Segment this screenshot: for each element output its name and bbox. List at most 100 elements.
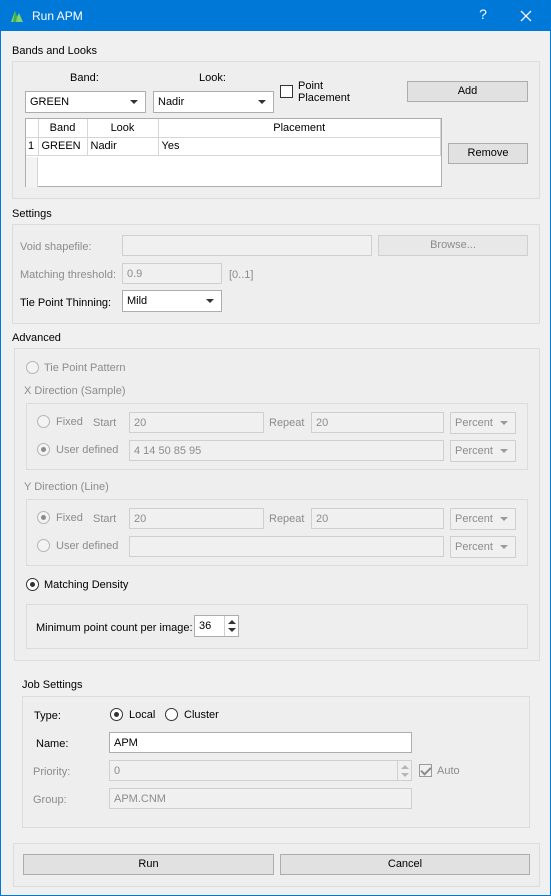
y-user-defined-input[interactable] [129,536,444,557]
x-fixed-unit-select[interactable]: Percent [450,412,516,434]
column-header-band[interactable]: Band [38,119,88,138]
chevron-down-icon [500,545,508,549]
window-title: Run APM [32,9,83,23]
y-user-unit-select[interactable]: Percent [450,536,516,558]
x-fixed-label: Fixed [56,416,83,428]
chevron-down-icon [258,100,266,104]
priority-label: Priority: [33,766,71,778]
cancel-button[interactable]: Cancel [280,854,530,875]
y-start-label: Start [93,513,117,525]
chevron-down-icon [500,421,508,425]
chevron-down-icon [500,517,508,521]
name-input[interactable]: APM [109,732,412,753]
y-direction-title: Y Direction (Line) [24,481,109,493]
matching-threshold-input[interactable]: 0.9 [122,263,222,284]
spin-up-icon [228,620,236,624]
look-select[interactable]: Nadir [153,91,274,113]
tie-point-thinning-value: Mild [127,295,148,307]
x-start-label: Start [93,417,117,429]
x-direction-title: X Direction (Sample) [24,385,126,397]
help-button[interactable]: ? [473,6,493,26]
y-user-defined-radio[interactable] [37,539,50,552]
row-index: 1 [26,137,39,156]
y-fixed-unit-value: Percent [455,513,493,525]
close-button[interactable] [513,6,539,26]
app-icon [11,11,23,22]
local-radio[interactable] [110,708,123,721]
x-user-unit-value: Percent [455,445,493,457]
group-input[interactable]: APM.CNM [109,788,412,809]
look-label: Look: [199,72,226,84]
y-user-defined-label: User defined [56,540,119,552]
look-select-value: Nadir [158,96,185,108]
priority-value: 0 [114,765,121,777]
y-repeat-label: Repeat [269,513,305,525]
point-placement-label: Point Placement [298,80,350,104]
bands-looks-title: Bands and Looks [12,45,98,57]
min-point-count-value: 36 [199,620,212,632]
column-header-look[interactable]: Look [87,119,159,138]
spin-down-icon [228,628,236,632]
spin-down-icon [401,773,409,777]
remove-button[interactable]: Remove [448,143,528,164]
y-fixed-label: Fixed [56,512,83,524]
min-point-count-spinbox[interactable]: 36 [194,615,239,637]
cell-band[interactable]: GREEN [38,137,88,156]
y-repeat-input[interactable]: 20 [311,508,444,529]
tie-point-thinning-label: Tie Point Thinning: [20,297,112,309]
column-header-placement[interactable]: Placement [158,119,441,138]
y-fixed-radio[interactable] [37,511,50,524]
add-button[interactable]: Add [407,81,528,102]
band-label: Band: [70,72,99,84]
chevron-down-icon [500,449,508,453]
x-repeat-label: Repeat [269,417,305,429]
x-fixed-radio[interactable] [37,415,50,428]
chevron-down-icon [206,299,214,303]
x-user-defined-radio[interactable] [37,443,50,456]
x-repeat-input[interactable]: 20 [311,412,444,433]
threshold-range-label: [0..1] [229,269,254,281]
x-user-unit-select[interactable]: Percent [450,440,516,462]
group-label: Group: [33,794,67,806]
title-bar: Run APM ? [1,1,550,31]
cell-placement[interactable]: Yes [158,137,441,156]
cluster-radio[interactable] [165,708,178,721]
run-button[interactable]: Run [23,854,274,875]
x-user-defined-input[interactable]: 4 14 50 85 95 [129,440,444,461]
auto-label: Auto [437,765,460,777]
tie-point-thinning-select[interactable]: Mild [122,290,222,312]
point-placement-checkbox[interactable] [280,85,293,98]
cell-look[interactable]: Nadir [87,137,159,156]
settings-title: Settings [12,208,52,220]
browse-button[interactable]: Browse... [378,235,528,256]
band-select[interactable]: GREEN [25,91,146,113]
band-select-value: GREEN [30,96,70,108]
y-fixed-unit-select[interactable]: Percent [450,508,516,530]
chevron-down-icon [130,100,138,104]
matching-density-radio[interactable] [26,578,39,591]
matching-threshold-label: Matching threshold: [20,269,116,281]
x-start-input[interactable]: 20 [129,412,264,433]
void-shapefile-label: Void shapefile: [20,241,92,253]
table-row[interactable]: 1 GREEN Nadir Yes [26,137,441,156]
name-label: Name: [36,738,69,750]
job-settings-title: Job Settings [22,679,83,691]
y-start-input[interactable]: 20 [129,508,264,529]
bands-table: Band Look Placement 1 GREEN Nadir Yes [25,118,442,187]
priority-spinbox[interactable]: 0 [109,760,412,781]
spin-buttons[interactable] [224,616,238,636]
cluster-label: Cluster [184,709,219,721]
local-label: Local [129,709,156,721]
matching-density-label: Matching Density [44,579,129,591]
void-shapefile-input[interactable] [122,235,372,256]
y-user-unit-value: Percent [455,541,493,553]
tie-point-pattern-label: Tie Point Pattern [44,362,126,374]
tie-point-pattern-radio[interactable] [26,361,39,374]
type-label: Type: [34,710,61,722]
run-apm-dialog: Run APM ? Bands and Looks Band: Look: GR… [0,0,551,896]
spin-buttons[interactable] [397,761,411,780]
close-icon [520,10,532,22]
advanced-title: Advanced [12,332,61,344]
auto-checkbox[interactable] [419,764,432,777]
row-header-filler [26,157,38,187]
